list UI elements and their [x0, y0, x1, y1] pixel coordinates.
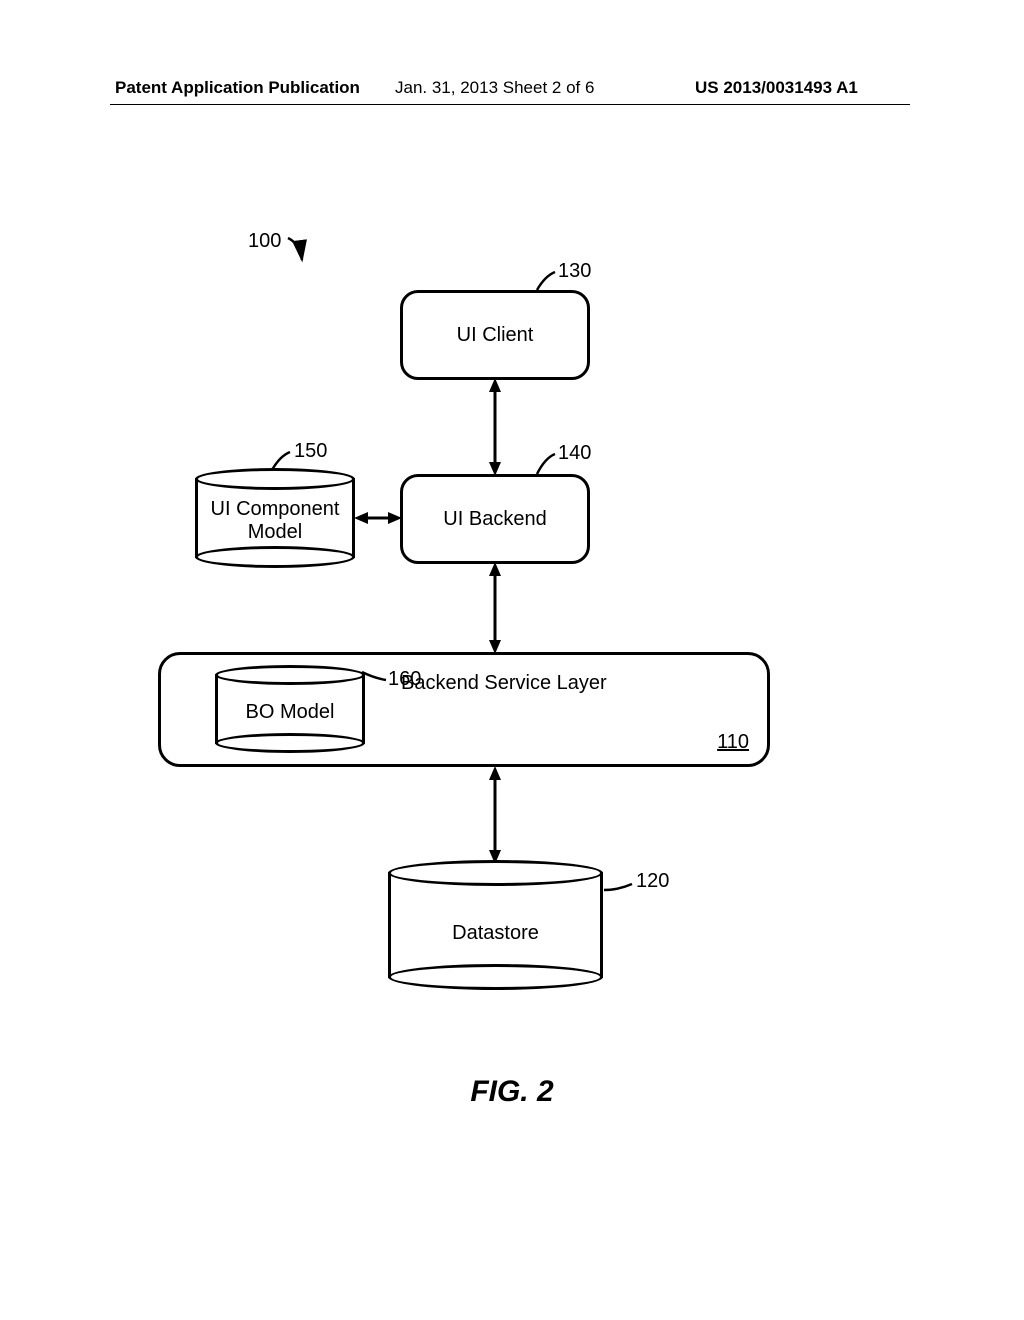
figure-caption: FIG. 2 [0, 1075, 1024, 1109]
leader-120 [0, 0, 1024, 1320]
diagram-canvas: 100 UI Client 130 UI Backend 140 UI Comp… [0, 0, 1024, 1320]
